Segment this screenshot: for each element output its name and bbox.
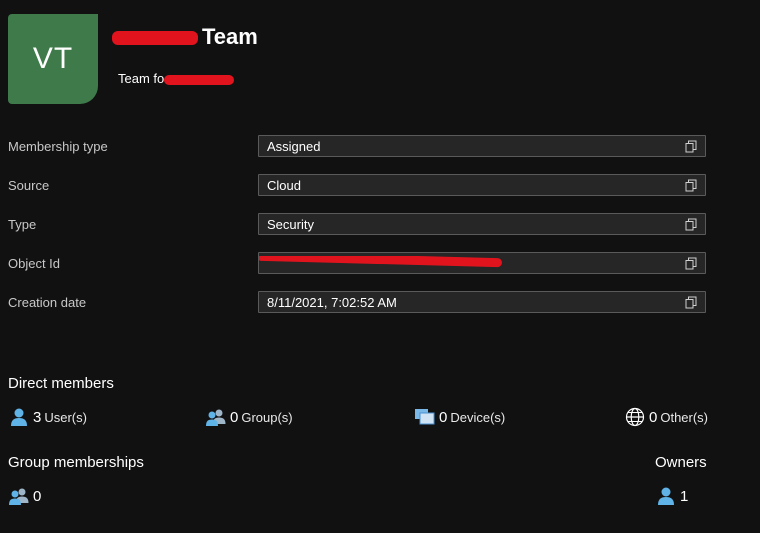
direct-devices-unit: Device(s) [450,409,506,425]
type-value: Security [267,216,314,232]
redacted-description [164,74,235,85]
membership-type-label: Membership type [8,139,108,154]
avatar-initials: VT [32,42,74,75]
group-title-suffix: Team [202,24,258,49]
direct-groups-count: 0 [230,408,239,426]
direct-devices-link[interactable]: 0 Device(s) [414,407,505,427]
group-memberships-link[interactable]: 0 [8,486,44,506]
group-memberships-title: Group memberships [8,454,144,471]
direct-devices-count: 0 [439,408,448,426]
creation-date-label: Creation date [8,295,87,310]
creation-date-value: 8/11/2021, 7:02:52 AM [267,294,397,310]
group-memberships-count: 0 [33,487,42,505]
direct-users-link[interactable]: 3 User(s) [8,407,87,427]
redacted-name [112,31,198,46]
direct-others-count: 0 [649,408,658,426]
direct-others-link[interactable]: 0 Other(s) [624,407,708,427]
creation-date-field[interactable]: 8/11/2021, 7:02:52 AM [258,291,706,313]
globe-icon [624,407,646,427]
type-field[interactable]: Security [258,213,706,235]
membership-type-value: Assigned [267,138,321,154]
direct-groups-link[interactable]: 0 Group(s) [205,407,293,427]
membership-type-field[interactable]: Assigned [258,135,706,157]
copy-icon[interactable] [683,138,699,154]
direct-users-count: 3 [33,408,42,426]
group-icon [8,486,30,506]
user-icon [655,486,677,506]
group-icon [205,407,227,427]
group-title: Team [112,24,258,50]
direct-groups-unit: Group(s) [241,409,293,425]
group-description-prefix: Team fo [118,71,165,86]
object-id-value [259,255,683,271]
copy-icon[interactable] [683,255,699,271]
owners-title: Owners [655,454,707,471]
source-value: Cloud [267,177,301,193]
user-icon [8,407,30,427]
copy-icon[interactable] [683,294,699,310]
direct-members-title: Direct members [8,375,114,392]
direct-users-unit: User(s) [44,409,87,425]
object-id-field[interactable] [258,252,706,274]
source-field[interactable]: Cloud [258,174,706,196]
redacted-object-id [259,255,503,267]
source-label: Source [8,178,50,193]
type-label: Type [8,217,37,232]
object-id-label: Object Id [8,256,61,271]
copy-icon[interactable] [683,177,699,193]
owners-link[interactable]: 1 [655,486,691,506]
copy-icon[interactable] [683,216,699,232]
owners-count: 1 [680,487,689,505]
group-avatar: VT [8,14,98,104]
device-icon [414,407,436,427]
group-description: Team fo [118,71,235,86]
direct-others-unit: Other(s) [660,409,709,425]
